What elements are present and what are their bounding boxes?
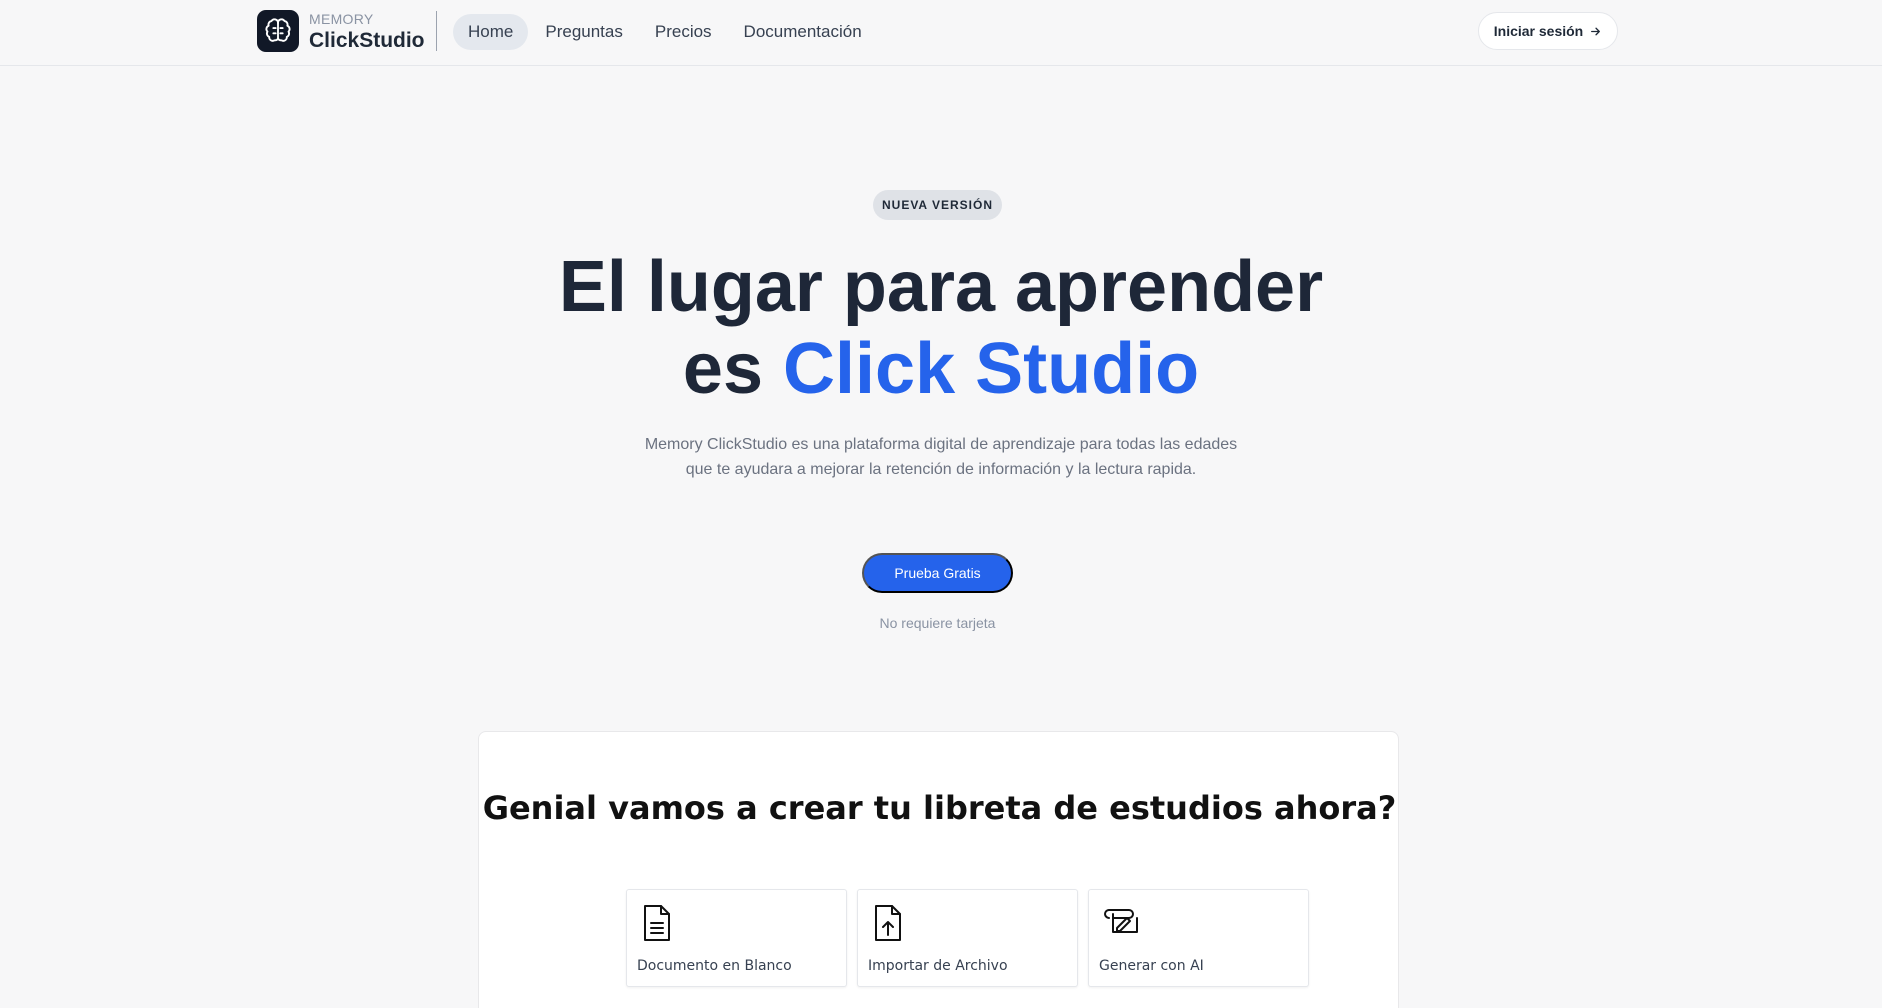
no-card-note: No requiere tarjeta [879, 615, 996, 631]
scroll-pen-icon [1103, 904, 1138, 942]
hero-title: El lugar para aprender es Click Studio [441, 246, 1441, 410]
logo-subtitle: MEMORY [309, 10, 374, 27]
main-nav: Home Preguntas Precios Documentación [453, 14, 879, 50]
option-import-file[interactable]: Importar de Archivo [857, 889, 1078, 987]
logo-title: ClickStudio [309, 28, 425, 52]
free-trial-button[interactable]: Prueba Gratis [862, 553, 1013, 593]
new-version-badge: NUEVA VERSIÓN [873, 190, 1002, 220]
hero-title-prefix: es [682, 329, 784, 409]
file-upload-icon [872, 904, 904, 942]
option-label: Generar con AI [1099, 958, 1204, 974]
option-blank-document[interactable]: Documento en Blanco [626, 889, 847, 987]
login-button[interactable]: Iniciar sesión [1478, 12, 1618, 50]
option-label: Importar de Archivo [868, 958, 1008, 974]
hero-title-accent: Click Studio [783, 329, 1200, 409]
nav-documentacion[interactable]: Documentación [729, 14, 877, 50]
create-notebook-card: Genial vamos a crear tu libreta de estud… [478, 731, 1399, 1008]
hero-description: Memory ClickStudio es una plataforma dig… [644, 436, 1238, 478]
option-generate-ai[interactable]: Generar con AI [1088, 889, 1309, 987]
document-icon [641, 904, 673, 942]
hero-title-line1: El lugar para aprender [558, 247, 1324, 327]
nav-home[interactable]: Home [453, 14, 529, 50]
brain-icon [257, 10, 299, 52]
card-title: Genial vamos a crear tu libreta de estud… [482, 789, 1397, 827]
header-divider [436, 11, 437, 51]
option-label: Documento en Blanco [637, 958, 792, 974]
login-button-label: Iniciar sesión [1493, 23, 1584, 39]
nav-preguntas[interactable]: Preguntas [530, 14, 638, 50]
nav-precios[interactable]: Precios [640, 14, 727, 50]
top-navbar: MEMORY ClickStudio Home Preguntas Precio… [0, 0, 1882, 66]
arrow-right-icon [1589, 25, 1602, 38]
logo[interactable]: MEMORY ClickStudio [257, 10, 425, 52]
